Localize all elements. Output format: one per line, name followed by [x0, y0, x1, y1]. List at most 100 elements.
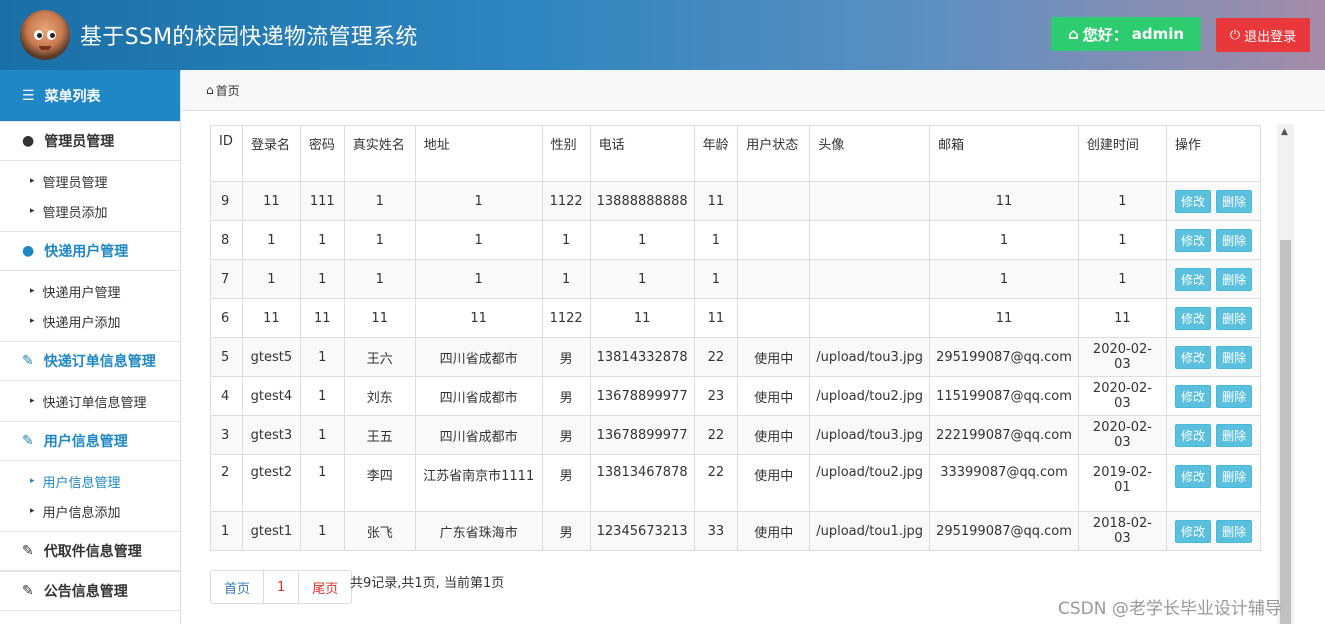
- edit-button[interactable]: 修改: [1174, 423, 1211, 447]
- sidebar-group-admin[interactable]: ● 管理员管理: [0, 121, 180, 161]
- caret-right-icon: ▸: [30, 506, 35, 516]
- table-cell: 6: [210, 298, 243, 338]
- delete-button[interactable]: 删除: [1216, 384, 1253, 408]
- sidebar-item-admin-manage[interactable]: ▸ 管理员管理: [0, 166, 180, 196]
- column-header: 创建时间: [1077, 125, 1167, 182]
- edit-icon: ✎: [22, 433, 34, 449]
- sidebar-group-express-user[interactable]: ● 快递用户管理: [0, 231, 180, 271]
- sidebar-item-express-order-manage[interactable]: ▸ 快递订单信息管理: [0, 386, 180, 416]
- table-cell: 1: [693, 220, 739, 260]
- page-last-button[interactable]: 尾页: [299, 571, 351, 603]
- logout-button[interactable]: ⏻ 退出登录: [1216, 18, 1310, 52]
- table-cell: [737, 259, 811, 299]
- table-cell: 1: [343, 259, 416, 299]
- caret-right-icon: ▸: [30, 476, 35, 486]
- edit-button[interactable]: 修改: [1174, 267, 1211, 291]
- sidebar-group-label: 快递订单信息管理: [43, 354, 156, 370]
- table-cell: 11: [1077, 298, 1167, 338]
- edit-button[interactable]: 修改: [1174, 519, 1211, 543]
- table-cell: 11: [929, 298, 1079, 338]
- delete-button[interactable]: 删除: [1216, 306, 1253, 330]
- page-number-button[interactable]: 1: [264, 571, 300, 603]
- table-cell: 12345673213: [589, 511, 695, 551]
- sidebar-item-label: 用户信息管理: [42, 475, 121, 491]
- sidebar-item-user-info-manage[interactable]: ▸ 用户信息管理: [0, 466, 180, 496]
- table-cell: 使用中: [737, 337, 811, 377]
- table-cell: 11: [693, 298, 739, 338]
- table-cell: 1122: [541, 181, 591, 221]
- sidebar-item-user-info-add[interactable]: ▸ 用户信息添加: [0, 496, 180, 526]
- edit-icon: ✎: [22, 543, 34, 559]
- edit-button[interactable]: 修改: [1174, 384, 1211, 408]
- table-actions-cell: 修改 删除: [1165, 415, 1262, 455]
- top-header: 基于SSM的校园快递物流管理系统 ⌂ 您好： admin ⏻ 退出登录: [0, 0, 1325, 70]
- table-cell: 男: [541, 454, 591, 512]
- table-cell: 222199087@qq.com: [929, 415, 1079, 455]
- edit-button[interactable]: 修改: [1174, 345, 1211, 369]
- avatar: [20, 10, 70, 60]
- edit-icon: ✎: [22, 583, 34, 599]
- table-actions-cell: 修改 删除: [1165, 454, 1262, 512]
- table-cell: 1: [343, 220, 416, 260]
- table-cell: 王五: [343, 415, 416, 455]
- delete-button[interactable]: 删除: [1216, 519, 1253, 543]
- table-cell: 11: [693, 181, 739, 221]
- sidebar-group-notice[interactable]: ✎ 公告信息管理: [0, 571, 180, 611]
- sidebar-group-user-info[interactable]: ✎ 用户信息管理: [0, 421, 180, 461]
- table-actions-cell: 修改 删除: [1165, 220, 1262, 260]
- table-cell: 13814332878: [589, 337, 695, 377]
- sidebar-group-pickup[interactable]: ✎ 代取件信息管理: [0, 531, 180, 571]
- scroll-up-icon[interactable]: ▲: [1281, 127, 1288, 137]
- delete-button[interactable]: 删除: [1216, 465, 1253, 488]
- sidebar-item-admin-add[interactable]: ▸ 管理员添加: [0, 196, 180, 226]
- scrollbar-thumb[interactable]: [1280, 240, 1291, 624]
- table-cell: /upload/tou3.jpg: [809, 415, 931, 455]
- delete-button[interactable]: 删除: [1216, 423, 1253, 447]
- edit-button[interactable]: 修改: [1174, 228, 1211, 252]
- home-icon: ⌂: [1067, 25, 1079, 43]
- sidebar-item-label: 管理员添加: [42, 205, 108, 221]
- table-cell: 使用中: [737, 454, 811, 512]
- edit-button[interactable]: 修改: [1174, 306, 1211, 330]
- table-row: 1 gtest1 1 张飞 广东省珠海市男 12345673213 33 使用中/upload…: [210, 511, 1262, 551]
- caret-right-icon: ▸: [30, 206, 35, 216]
- table-cell: 男: [541, 415, 591, 455]
- user-icon: ●: [22, 133, 35, 149]
- sidebar-item-express-user-add[interactable]: ▸ 快递用户添加: [0, 306, 180, 336]
- table-cell: 1: [414, 259, 543, 299]
- sidebar-group-express-order[interactable]: ✎ 快递订单信息管理: [0, 341, 180, 381]
- table-cell: /upload/tou3.jpg: [809, 337, 931, 377]
- edit-button[interactable]: 修改: [1174, 465, 1211, 488]
- table-cell: 13888888888: [589, 181, 695, 221]
- watermark: CSDN @老学长毕业设计辅导: [1058, 599, 1282, 619]
- table-row: 2 gtest2 1 李四 江苏省南京市1111 男 13813467878 22 使用中/up…: [210, 454, 1262, 512]
- breadcrumb-home[interactable]: 首页: [216, 82, 240, 99]
- table-cell: [737, 181, 811, 221]
- table-cell: 1: [299, 376, 345, 416]
- table-cell: gtest2: [241, 454, 301, 512]
- delete-button[interactable]: 删除: [1216, 345, 1253, 369]
- column-header: 头像: [809, 125, 931, 182]
- table-cell: 男: [541, 337, 591, 377]
- delete-button[interactable]: 删除: [1216, 228, 1253, 252]
- table-cell: gtest3: [241, 415, 301, 455]
- table-cell: 广东省珠海市: [414, 511, 543, 551]
- page-first-button[interactable]: 首页: [211, 571, 265, 603]
- table-actions-cell: 修改 删除: [1165, 298, 1262, 338]
- table-cell: 111: [299, 181, 345, 221]
- table-cell: 1: [589, 259, 695, 299]
- table-cell: 使用中: [737, 415, 811, 455]
- user-greeting-button[interactable]: ⌂ 您好： admin: [1051, 17, 1201, 51]
- delete-button[interactable]: 删除: [1216, 189, 1253, 213]
- table-cell: 23: [693, 376, 739, 416]
- table-cell: 刘东: [343, 376, 416, 416]
- table-row: 6 11 11 11 11 1122 11 11 11 11 修改 删除: [210, 298, 1262, 338]
- table-cell: 22: [693, 337, 739, 377]
- edit-button[interactable]: 修改: [1174, 189, 1211, 213]
- sidebar-item-express-user-manage[interactable]: ▸ 快递用户管理: [0, 276, 180, 306]
- table-header-row: ID 登录名 密码 真实姓名 地址 性别 电话 年龄 用户状态 头像 邮箱 创建时间 操作: [210, 125, 1262, 182]
- table-cell: 1: [299, 337, 345, 377]
- table-actions-cell: 修改 删除: [1165, 376, 1262, 416]
- column-header: 性别: [541, 125, 591, 182]
- delete-button[interactable]: 删除: [1216, 267, 1253, 291]
